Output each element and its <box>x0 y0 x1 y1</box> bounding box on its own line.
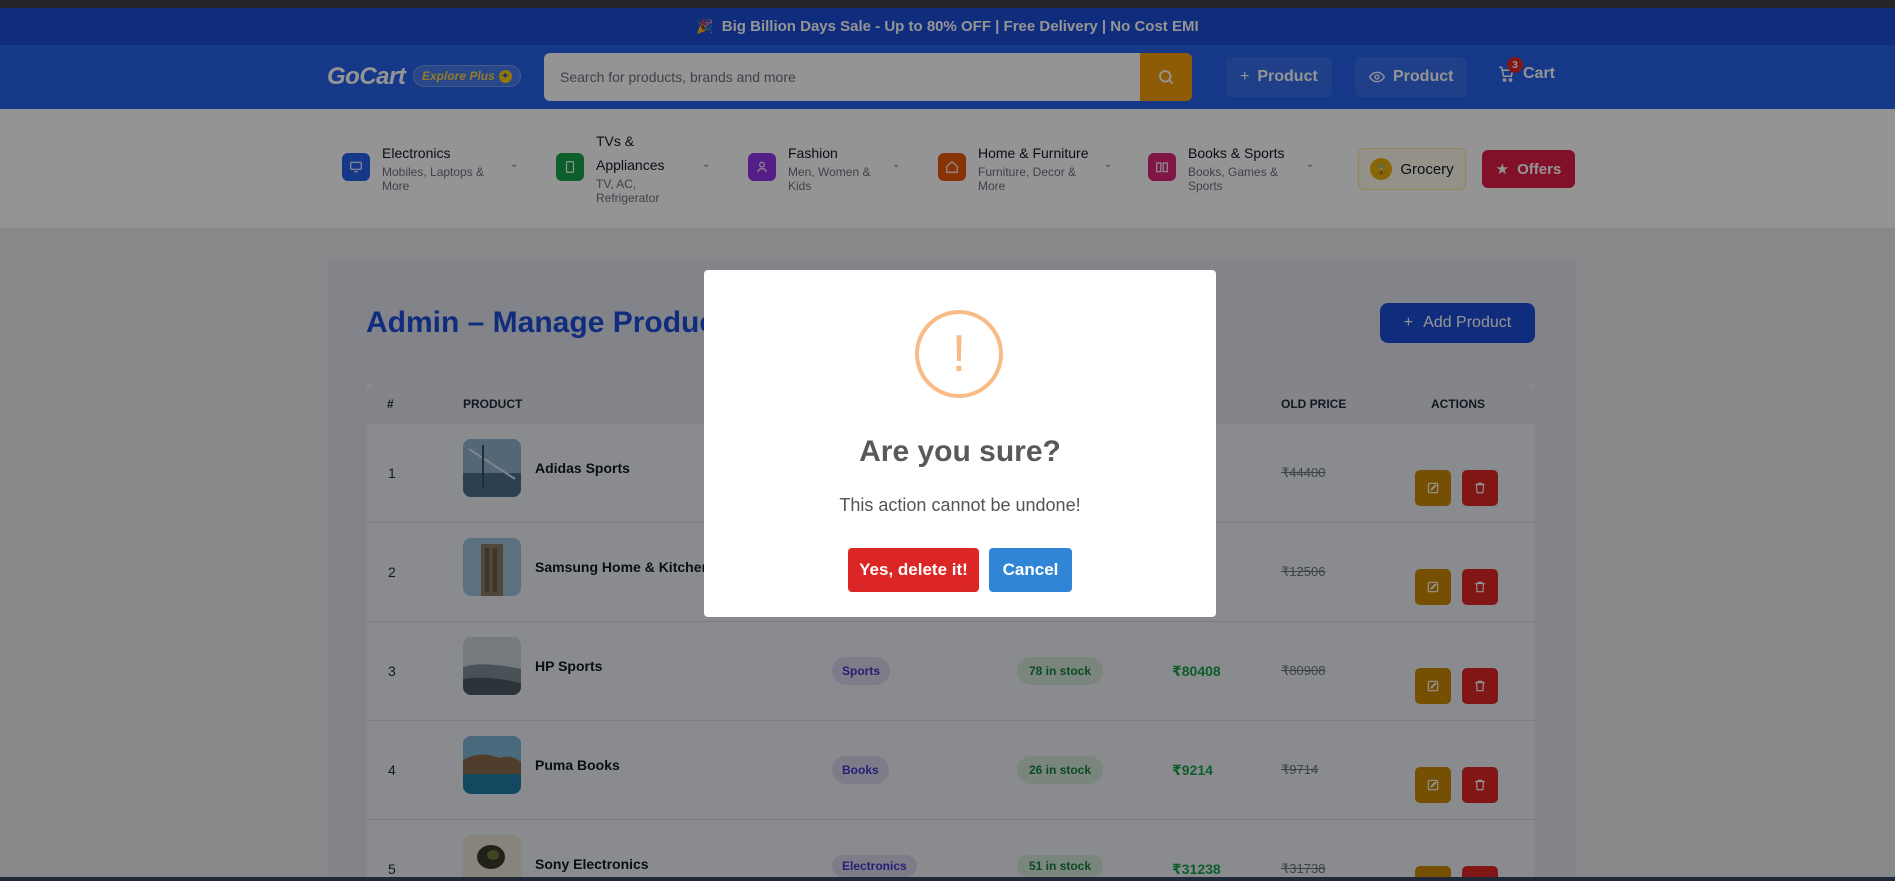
confirm-delete-button[interactable]: Yes, delete it! <box>848 548 979 592</box>
dialog-text: This action cannot be undone! <box>839 495 1081 515</box>
exclamation-icon: ! <box>915 310 1003 398</box>
cancel-button[interactable]: Cancel <box>989 548 1072 592</box>
confirm-dialog: ! Are you sure? This action cannot be un… <box>704 270 1216 617</box>
browser-bottom-bar <box>0 877 1895 881</box>
dialog-title: Are you sure? <box>859 435 1061 468</box>
